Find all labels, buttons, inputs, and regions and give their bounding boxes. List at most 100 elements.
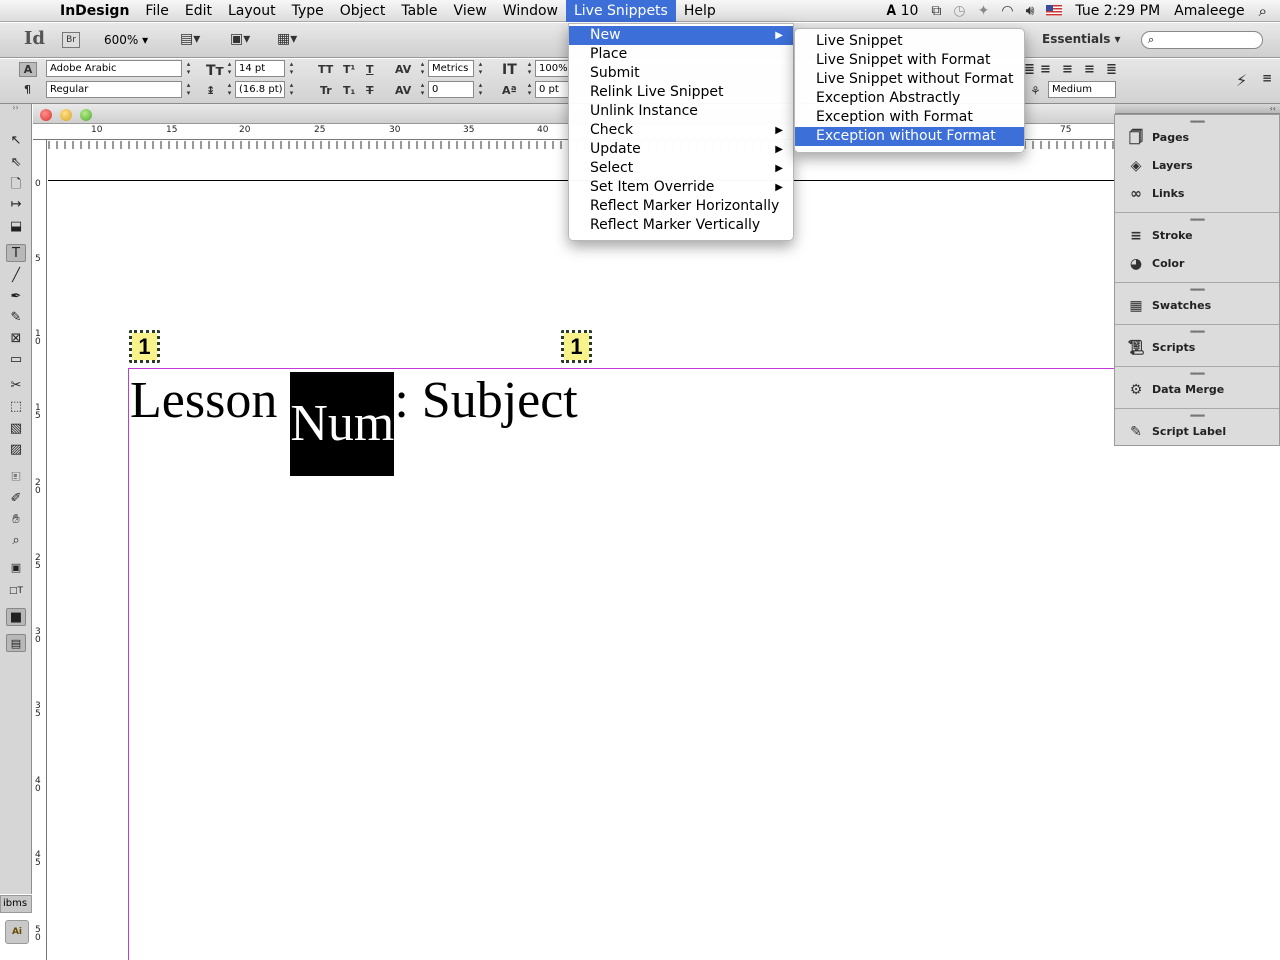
gap-tool-icon[interactable]: ↦ <box>6 196 26 214</box>
menu-item-set-item-override[interactable]: Set Item Override ▶ <box>569 178 793 197</box>
font-family-dropdown-icon[interactable]: ▴ ▾ <box>184 60 193 77</box>
tracking-stepper[interactable]: ▴ ▾ <box>418 81 427 98</box>
live-snippet-marker[interactable]: 1 <box>129 330 160 363</box>
font-size-dropdown-icon[interactable]: ▴ ▾ <box>287 60 296 77</box>
character-formatting-icon[interactable]: A <box>19 62 37 77</box>
menu-help[interactable]: Help <box>676 0 724 22</box>
small-caps-icon[interactable]: Tr <box>320 84 332 97</box>
superscript-icon[interactable]: T¹ <box>343 63 355 76</box>
minimize-window-button[interactable] <box>60 109 72 121</box>
menu-file[interactable]: File <box>137 0 176 22</box>
baseline-shift-field[interactable]: 0 pt <box>535 81 571 98</box>
kerning-dropdown-icon[interactable]: ▴ ▾ <box>476 60 485 77</box>
menu-item-unlink-instance[interactable]: Unlink Instance <box>569 102 793 121</box>
direct-selection-tool-icon[interactable]: ⇖ <box>6 154 26 172</box>
font-size-field[interactable]: 14 pt <box>235 60 285 77</box>
menu-table[interactable]: Table <box>393 0 445 22</box>
menu-edit[interactable]: Edit <box>177 0 220 22</box>
paragraph-formatting-icon[interactable]: ¶ <box>24 83 31 96</box>
submenu-item-exception-without-format[interactable]: Exception without Format <box>795 127 1024 146</box>
panel-color[interactable]: ◕ Color <box>1115 250 1279 278</box>
gradient-swatch-tool-icon[interactable]: ▧ <box>6 420 26 438</box>
menu-view[interactable]: View <box>446 0 495 22</box>
pencil-tool-icon[interactable]: ✎︎ <box>6 309 26 327</box>
vertical-scale-field[interactable]: 100% <box>535 60 571 77</box>
panel-grip[interactable]: ▂▂▂ <box>1115 367 1279 376</box>
panel-layers[interactable]: ◈ Layers <box>1115 152 1279 180</box>
menu-item-relink-live-snippet[interactable]: Relink Live Snippet <box>569 83 793 102</box>
headline-text[interactable]: : Subject <box>394 372 577 429</box>
tracking-dropdown-icon[interactable]: ▴ ▾ <box>476 81 485 98</box>
collapse-panels-icon[interactable]: ‹‹ <box>1270 104 1276 113</box>
rectangle-tool-icon[interactable]: ▭ <box>6 351 26 369</box>
panel-data-merge[interactable]: ⚙︎ Data Merge <box>1115 376 1279 404</box>
composer-field[interactable]: Medium <box>1048 81 1116 98</box>
all-caps-icon[interactable]: TT <box>318 63 333 76</box>
arrange-documents-icon[interactable]: ▦▾ <box>277 31 305 49</box>
panel-pages[interactable]: 🗍︎ Pages <box>1115 124 1279 152</box>
kerning-stepper[interactable]: ▴ ▾ <box>418 60 427 77</box>
panel-grip[interactable]: ▂▂▂ <box>1115 283 1279 292</box>
font-family-field[interactable]: Adobe Arabic <box>46 60 182 77</box>
font-style-dropdown-icon[interactable]: ▴ ▾ <box>184 81 193 98</box>
font-size-stepper[interactable]: ▴ ▾ <box>225 60 234 77</box>
panel-grip[interactable]: ▂▂▂ <box>1115 115 1279 124</box>
headline-text-frame[interactable]: Lesson Num: Subject <box>130 372 578 476</box>
menu-item-check[interactable]: Check ▶ <box>569 121 793 140</box>
bridge-button[interactable]: Br <box>62 32 80 48</box>
leading-dropdown-icon[interactable]: ▴ ▾ <box>287 81 296 98</box>
screen-icon[interactable]: ⧉ <box>925 3 947 19</box>
tracking-field[interactable]: 0 <box>428 81 474 98</box>
fill-stroke-icon[interactable]: ▣ <box>6 559 26 577</box>
panel-dock-header[interactable]: ‹‹ <box>1115 104 1280 114</box>
dock-app-ibms[interactable]: ibms <box>0 895 32 913</box>
menu-object[interactable]: Object <box>332 0 394 22</box>
selection-tool-icon[interactable]: ↖ <box>6 132 26 150</box>
submenu-item-live-snippet[interactable]: Live Snippet <box>795 32 1024 51</box>
gradient-feather-tool-icon[interactable]: ▨ <box>6 441 26 459</box>
spotlight-icon[interactable]: ⌕ <box>1252 2 1274 20</box>
clock[interactable]: Tue 2:29 PM <box>1068 3 1167 19</box>
selected-text[interactable]: Num <box>290 372 395 476</box>
apply-color-icon[interactable]: ■ <box>6 608 26 626</box>
strikethrough-icon[interactable]: T <box>366 84 374 97</box>
toolbox-grip[interactable]: ›› <box>0 104 31 114</box>
page-tool-icon[interactable]: 🗋︎ <box>6 176 26 194</box>
menu-item-place[interactable]: Place <box>569 45 793 64</box>
subscript-icon[interactable]: T₁ <box>343 84 355 97</box>
justify-left-icon[interactable]: ≡ <box>1040 62 1051 77</box>
panel-stroke[interactable]: ≡ Stroke <box>1115 222 1279 250</box>
formatting-affects-icon[interactable]: □T <box>6 582 26 600</box>
menu-live-snippets[interactable]: Live Snippets <box>565 0 676 22</box>
workspace-switcher[interactable]: Essentials ▾ <box>1042 32 1121 46</box>
pasteboard[interactable] <box>48 141 1115 960</box>
submenu-item-live-snippet-without-format[interactable]: Live Snippet without Format <box>795 70 1024 89</box>
baseline-shift-stepper[interactable]: ▴ ▾ <box>525 81 534 98</box>
justify-right-icon[interactable]: ≡ <box>1084 62 1095 77</box>
volume-icon[interactable]: 🔊︎ <box>1020 3 1041 19</box>
menu-item-update[interactable]: Update ▶ <box>569 140 793 159</box>
headline-text[interactable]: Lesson <box>130 372 290 429</box>
align-right-icon[interactable]: ≣ <box>1024 62 1035 77</box>
bluetooth-icon[interactable]: ✦ <box>972 3 996 19</box>
menu-indesign[interactable]: InDesign <box>52 0 137 22</box>
adobe-updates[interactable]: 𝐀 10 <box>879 3 925 19</box>
zoom-tool-icon[interactable]: ⌕ <box>6 532 26 550</box>
font-style-field[interactable]: Regular <box>46 81 182 98</box>
leading-field[interactable]: (16.8 pt) <box>235 81 285 98</box>
panel-swatches[interactable]: ▦ Swatches <box>1115 292 1279 320</box>
panel-menu-icon[interactable]: ≡ <box>1262 71 1272 85</box>
zoom-level-select[interactable]: 600% ▾ <box>104 33 148 47</box>
submenu-item-exception-with-format[interactable]: Exception with Format <box>795 108 1024 127</box>
live-snippet-marker[interactable]: 1 <box>561 330 592 363</box>
leading-stepper[interactable]: ▴ ▾ <box>225 81 234 98</box>
line-tool-icon[interactable]: ╱ <box>6 267 26 285</box>
menu-type[interactable]: Type <box>284 0 332 22</box>
panel-links[interactable]: ∞ Links <box>1115 180 1279 208</box>
panel-grip[interactable]: ▂▂▂ <box>1115 409 1279 418</box>
free-transform-tool-icon[interactable]: ⬚ <box>6 398 26 416</box>
zoom-window-button[interactable] <box>80 109 92 121</box>
eyedropper-tool-icon[interactable]: ✐︎ <box>6 490 26 508</box>
wifi-icon[interactable]: ◠ <box>995 3 1019 19</box>
time-machine-icon[interactable]: ◷ <box>947 3 971 19</box>
